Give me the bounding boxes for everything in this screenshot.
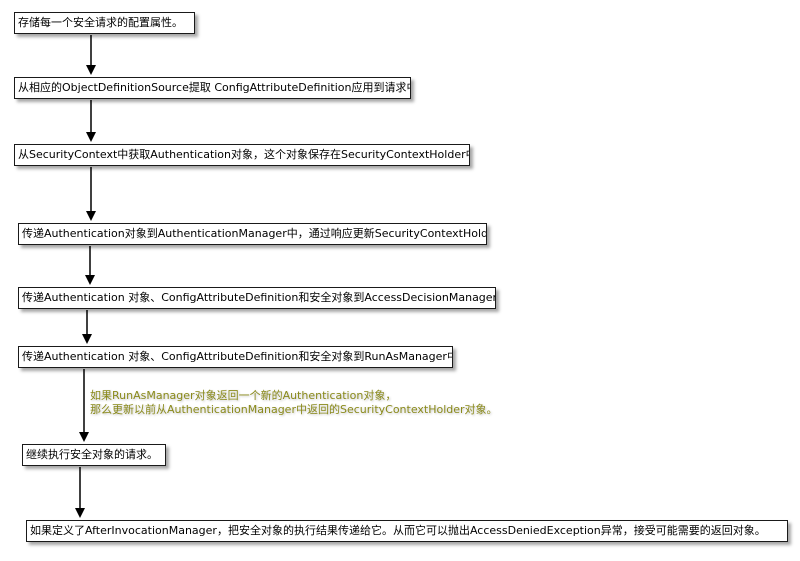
arrow-down-icon: [86, 35, 96, 75]
step-2-label: 从相应的ObjectDefinitionSource提取 ConfigAttri…: [18, 81, 411, 94]
run-as-manager-note: 如果RunAsManager对象返回一个新的Authentication对象， …: [90, 389, 498, 417]
arrow-down-icon: [79, 369, 89, 442]
step-8-after-invocation-manager: 如果定义了AfterInvocationManager，把安全对象的执行结果传递…: [26, 520, 788, 542]
step-5-pass-to-access-decision-manager: 传递Authentication 对象、ConfigAttributeDefin…: [18, 287, 496, 309]
arrow-down-icon: [86, 100, 96, 142]
arrow-down-icon: [85, 246, 95, 285]
step-4-label: 传递Authentication对象到AuthenticationManager…: [22, 227, 487, 240]
step-7-label: 继续执行安全对象的请求。: [26, 448, 158, 461]
arrow-down-icon: [82, 310, 92, 344]
step-2-extract-config-attribute-definition: 从相应的ObjectDefinitionSource提取 ConfigAttri…: [14, 77, 411, 99]
note-line-2: 那么更新以前从AuthenticationManager中返回的Security…: [90, 403, 498, 416]
step-3-label: 从SecurityContext中获取Authentication对象，这个对象…: [18, 148, 470, 161]
step-3-get-authentication: 从SecurityContext中获取Authentication对象，这个对象…: [14, 144, 470, 166]
step-6-label: 传递Authentication 对象、ConfigAttributeDefin…: [22, 350, 453, 363]
flowchart-canvas: { "steps": [ "存储每一个安全请求的配置属性。", "从相应的Obj…: [0, 0, 800, 561]
arrow-down-icon: [75, 467, 85, 518]
step-7-continue-secure-object-request: 继续执行安全对象的请求。: [22, 444, 166, 466]
note-line-1: 如果RunAsManager对象返回一个新的Authentication对象，: [90, 389, 397, 402]
step-6-pass-to-run-as-manager: 传递Authentication 对象、ConfigAttributeDefin…: [18, 346, 453, 368]
arrow-down-icon: [86, 167, 96, 221]
step-1-label: 存储每一个安全请求的配置属性。: [18, 16, 183, 29]
step-5-label: 传递Authentication 对象、ConfigAttributeDefin…: [22, 291, 496, 304]
step-1-store-config-attributes: 存储每一个安全请求的配置属性。: [14, 12, 195, 34]
step-8-label: 如果定义了AfterInvocationManager，把安全对象的执行结果传递…: [30, 524, 766, 537]
step-4-pass-to-authentication-manager: 传递Authentication对象到AuthenticationManager…: [18, 223, 487, 245]
